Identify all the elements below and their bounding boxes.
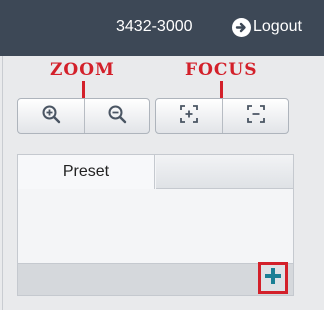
- preset-footer: [18, 263, 293, 295]
- plus-icon: [263, 266, 283, 291]
- focus-near-button[interactable]: [156, 99, 222, 133]
- focus-button-group: [155, 98, 289, 134]
- preset-list: [18, 189, 293, 263]
- preset-panel: Preset: [17, 154, 294, 296]
- focus-annotation-line: [220, 81, 223, 99]
- tab-preset[interactable]: Preset: [18, 155, 155, 189]
- focus-far-button[interactable]: [222, 99, 288, 133]
- zoom-button-group: [17, 98, 150, 134]
- phone-number: 3432-3000: [116, 18, 193, 35]
- zoom-annotation: ZOOM: [50, 60, 115, 80]
- logout-arrow-icon: [232, 17, 251, 37]
- tab-secondary[interactable]: [156, 155, 293, 189]
- zoom-in-icon: [41, 104, 61, 129]
- zoom-in-button[interactable]: [18, 99, 84, 133]
- zoom-out-icon: [107, 104, 127, 129]
- focus-annotation: FOCUS: [185, 60, 258, 80]
- zoom-annotation-line: [82, 81, 85, 99]
- top-bar: 3432-3000 Logout: [0, 0, 324, 56]
- add-preset-button[interactable]: [258, 262, 288, 294]
- preset-tabs: Preset: [18, 155, 293, 189]
- focus-near-icon: [179, 104, 199, 129]
- logout-button[interactable]: Logout: [232, 16, 302, 38]
- focus-far-icon: [246, 104, 266, 129]
- zoom-out-button[interactable]: [83, 99, 150, 133]
- logout-label: Logout: [253, 18, 302, 35]
